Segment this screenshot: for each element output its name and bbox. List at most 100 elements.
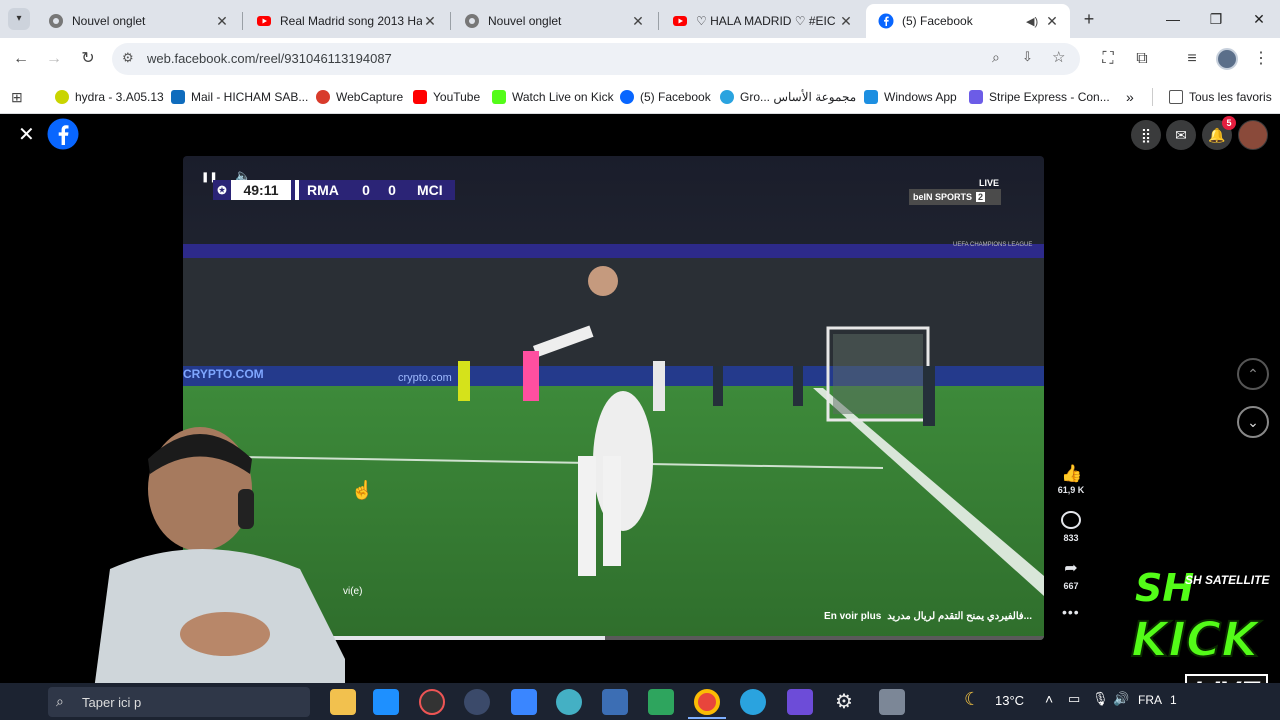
back-icon[interactable]: ←: [10, 48, 32, 70]
more-options-icon[interactable]: •••: [1062, 604, 1080, 620]
facebook-icon: [878, 13, 894, 29]
tab-1[interactable]: Nouvel onglet ✕: [36, 4, 240, 38]
screenshot-extension-icon[interactable]: ⛶: [1097, 48, 1119, 70]
paint-app-icon[interactable]: [556, 689, 582, 715]
volume-tray-icon[interactable]: 🔊: [1113, 691, 1129, 707]
apps-grid-icon[interactable]: ⊞: [11, 89, 23, 106]
clock-partial[interactable]: 1: [1170, 693, 1177, 707]
show-hidden-icons[interactable]: ˄: [1045, 691, 1053, 707]
bookmark-mail[interactable]: Mail - HICHAM SAB...: [171, 87, 308, 107]
bookmark-windows-app[interactable]: Windows App: [864, 87, 957, 107]
close-icon[interactable]: ✕: [422, 13, 438, 30]
see-more-link[interactable]: En voir plus: [824, 611, 881, 622]
network-app-icon[interactable]: [648, 689, 674, 715]
weather-temperature[interactable]: 13°C: [995, 693, 1024, 708]
vpn-app-icon[interactable]: [787, 689, 813, 715]
bookmarks-bar: ⊞ hydra - 3.A05.13 Mail - HICHAM SAB... …: [0, 80, 1280, 114]
bookmark-facebook[interactable]: (5) Facebook: [620, 87, 711, 107]
weather-moon-icon[interactable]: ☾: [964, 689, 980, 710]
home-score: 0: [362, 182, 370, 198]
browser-tab-bar: ▾ Nouvel onglet ✕ Real Madrid song 2013 …: [0, 0, 1280, 38]
settings-gear-icon[interactable]: ⚙: [835, 689, 853, 714]
comment-icon[interactable]: [1061, 511, 1081, 529]
previous-reel-button[interactable]: ⌃: [1237, 358, 1269, 390]
minimize-button[interactable]: —: [1158, 8, 1188, 30]
input-language[interactable]: FRA: [1138, 693, 1162, 707]
tab-5-active[interactable]: (5) Facebook ◀) ✕: [866, 4, 1070, 38]
taskbar-search-box[interactable]: ⌕ Taper ici p: [48, 687, 310, 717]
search-icon: ⌕: [56, 693, 64, 709]
youtube-icon: [673, 16, 687, 26]
tab-3[interactable]: Nouvel onglet ✕: [452, 4, 656, 38]
bookmark-kick[interactable]: Watch Live on Kick: [492, 87, 614, 107]
remote-desktop-icon[interactable]: [511, 689, 537, 715]
bookmark-youtube[interactable]: YouTube: [413, 87, 480, 107]
broadcaster-logo: LIVE beIN SPORTS 2: [909, 178, 1001, 206]
menu-icon[interactable]: ⋮: [1250, 48, 1272, 70]
all-bookmarks-folder[interactable]: Tous les favoris: [1169, 87, 1272, 107]
close-viewer-icon[interactable]: ✕: [18, 122, 35, 147]
profile-avatar[interactable]: [1216, 48, 1238, 70]
forward-icon[interactable]: →: [43, 48, 65, 70]
broadcaster-name: beIN SPORTS: [913, 192, 973, 202]
next-reel-button[interactable]: ⌄: [1237, 406, 1269, 438]
speedtest-icon[interactable]: [419, 689, 445, 715]
speaker-icon[interactable]: ◀): [1026, 15, 1044, 28]
close-icon[interactable]: ✕: [630, 13, 646, 30]
install-app-icon[interactable]: ⇩: [1022, 49, 1033, 65]
extensions-icon[interactable]: ⧉: [1131, 48, 1153, 70]
youtube-icon: [257, 16, 271, 26]
share-count: 667: [1063, 581, 1079, 591]
close-icon[interactable]: ✕: [214, 13, 230, 30]
brand-top-text: SH SATELLITE: [1185, 573, 1270, 587]
tab-4[interactable]: ♡ HALA MADRID ♡ #EIC ✕: [660, 4, 864, 38]
close-icon[interactable]: ✕: [1044, 13, 1060, 30]
away-team: MCI: [417, 182, 443, 198]
bookmark-webcapture[interactable]: WebCapture: [316, 87, 403, 107]
mail-app-icon[interactable]: [373, 689, 399, 715]
tab-search-button[interactable]: ▾: [8, 8, 30, 30]
restore-button[interactable]: ❐: [1201, 8, 1231, 30]
new-tab-button[interactable]: +: [1078, 8, 1100, 30]
like-icon[interactable]: 👍: [1061, 464, 1082, 484]
calculator-icon[interactable]: [602, 689, 628, 715]
telegram-taskbar-icon[interactable]: [740, 689, 766, 715]
reload-icon[interactable]: ↻: [77, 48, 99, 70]
bookmark-telegram-group[interactable]: Gro... مجموعة الأساس: [720, 87, 856, 107]
bookmark-hydra[interactable]: hydra - 3.A05.13: [55, 87, 164, 107]
webcapture-icon: [316, 90, 330, 104]
champions-league-icon: ✪: [217, 184, 227, 197]
tab-2[interactable]: Real Madrid song 2013 Habi ✕: [244, 4, 448, 38]
bookmarks-overflow-icon[interactable]: »: [1126, 87, 1134, 107]
home-team: RMA: [307, 182, 339, 198]
address-bar[interactable]: ⚙ web.facebook.com/reel/931046113194087 …: [112, 43, 1080, 75]
messenger-icon[interactable]: ✉: [1166, 120, 1196, 150]
site-info-icon[interactable]: ⚙: [122, 50, 134, 66]
tab-title: Real Madrid song 2013 Habi: [280, 14, 422, 28]
zoom-icon[interactable]: ⌕: [992, 49, 1000, 66]
share-icon[interactable]: ➦: [1061, 558, 1081, 578]
network-icon[interactable]: ▭: [1068, 691, 1080, 707]
like-count: 61,9 K: [1057, 485, 1085, 495]
ad-board-center: crypto.com: [398, 372, 452, 384]
menu-grid-icon[interactable]: ⣿: [1131, 120, 1161, 150]
server-app-icon[interactable]: [879, 689, 905, 715]
brand-kick-text: KICK: [1130, 611, 1259, 669]
tab-title: ♡ HALA MADRID ♡ #EIC: [696, 14, 836, 28]
close-icon[interactable]: ✕: [838, 13, 854, 30]
media-controls-icon[interactable]: ≡: [1181, 48, 1203, 70]
camera-app-icon[interactable]: [464, 689, 490, 715]
chrome-taskbar-icon[interactable]: [694, 689, 720, 715]
stripe-icon: [969, 90, 983, 104]
tab-title: Nouvel onglet: [488, 14, 562, 28]
account-avatar[interactable]: [1238, 120, 1268, 150]
reel-caption: En voir plus فالفيردي يمنح التقدم لريال …: [824, 611, 1032, 622]
window-close-button[interactable]: ✕: [1244, 8, 1274, 30]
microphone-icon[interactable]: 🎙: [1092, 691, 1109, 707]
bookmark-stripe[interactable]: Stripe Express - Con...: [969, 87, 1110, 107]
windows-taskbar: ⌕ Taper ici p ⚙ ☾ 13°C ˄ ▭ 🎙 🔊 FRA 1: [0, 683, 1280, 720]
bookmark-star-icon[interactable]: ☆: [1052, 48, 1065, 66]
folder-icon: [1169, 90, 1183, 104]
facebook-logo-icon[interactable]: [47, 118, 79, 150]
file-explorer-icon[interactable]: [330, 689, 356, 715]
